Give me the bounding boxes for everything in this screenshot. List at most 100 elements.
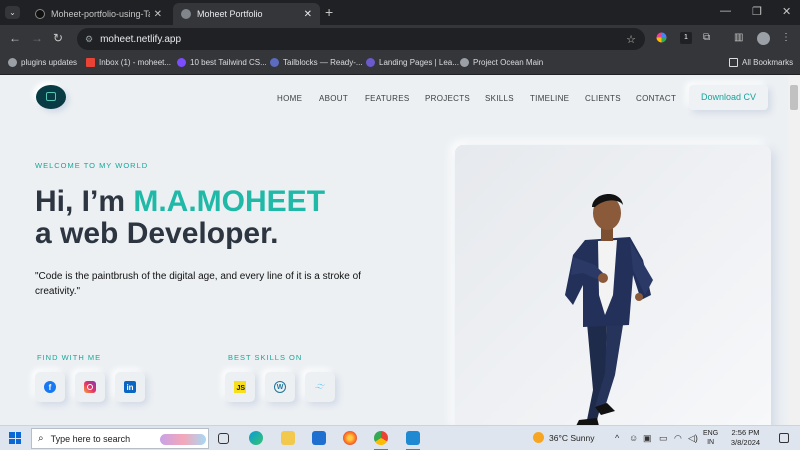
wifi-icon[interactable]: ◠	[674, 433, 682, 444]
hero-role: a web Developer.	[35, 217, 279, 250]
nav-features[interactable]: FEATURES	[365, 94, 409, 103]
wordpress-icon: W	[274, 381, 286, 393]
tailwind-skill-button[interactable]	[305, 372, 335, 402]
bookmark-landing-pages[interactable]: Landing Pages | Lea...	[366, 58, 459, 67]
tab-close-icon[interactable]: ✕	[154, 9, 162, 20]
back-icon[interactable]: ←	[9, 31, 21, 45]
lang-bottom: IN	[707, 439, 715, 446]
tab-moheet-portfolio[interactable]: Moheet Portfolio ✕	[173, 3, 320, 25]
bookmark-star-icon[interactable]: ☆	[626, 33, 636, 46]
chevron-up-icon[interactable]: ^	[615, 433, 619, 443]
address-bar[interactable]: ⚙ moheet.netlify.app ☆	[77, 28, 645, 50]
notification-icon[interactable]	[779, 433, 789, 443]
edge-icon[interactable]	[249, 431, 263, 445]
javascript-skill-button[interactable]: JS	[225, 372, 255, 402]
page-scrollbar[interactable]	[788, 75, 800, 425]
search-placeholder: Type here to search	[50, 433, 131, 444]
vscode-icon[interactable]	[406, 431, 420, 445]
globe-icon	[460, 58, 469, 67]
logo-mark-icon	[46, 92, 56, 101]
nav-about[interactable]: ABOUT	[319, 94, 348, 103]
battery-icon[interactable]: ▭	[659, 433, 668, 444]
facebook-button[interactable]: f	[35, 372, 65, 402]
tab-title: Moheet-portfolio-using-Tailwin	[51, 9, 150, 19]
reload-icon[interactable]: ↻	[53, 31, 63, 45]
extensions-puzzle-icon[interactable]: ⧉	[703, 32, 710, 43]
browser-toolbar: ← → ↻ ⚙ moheet.netlify.app ☆ 1 ⧉ ▥ ⋮	[0, 25, 800, 53]
instagram-button[interactable]	[75, 372, 105, 402]
find-with-me-label: FIND WITH ME	[37, 353, 102, 362]
browser-tab-bar: ⌄ Moheet-portfolio-using-Tailwin ✕ Mohee…	[0, 0, 800, 25]
system-clock[interactable]: 2:56 PM 3/8/2024	[729, 428, 762, 448]
file-explorer-icon[interactable]	[281, 431, 295, 445]
welcome-tagline: WELCOME TO MY WORLD	[35, 161, 149, 170]
language-indicator[interactable]: ENG IN	[703, 429, 718, 447]
bookmark-label: 10 best Tailwind CS...	[190, 58, 267, 67]
screen-icon[interactable]: ▣	[643, 433, 652, 444]
bookmark-label: Landing Pages | Lea...	[379, 58, 459, 67]
side-panel-icon[interactable]: ▥	[734, 32, 743, 43]
bookmark-tailwind-css[interactable]: 10 best Tailwind CS...	[177, 58, 267, 67]
extension-badge[interactable]: 1	[680, 32, 692, 44]
nav-contact[interactable]: CONTACT	[636, 94, 676, 103]
nav-skills[interactable]: SKILLS	[485, 94, 514, 103]
profile-photo	[565, 193, 653, 425]
all-bookmarks-label: All Bookmarks	[742, 58, 794, 67]
profile-avatar[interactable]	[757, 32, 770, 45]
download-cv-button[interactable]: Download CV	[689, 85, 768, 110]
bookmark-plugins-updates[interactable]: plugins updates	[8, 58, 77, 67]
firefox-icon[interactable]	[343, 431, 357, 445]
taskbar-search[interactable]: ⌕ Type here to search	[31, 428, 209, 449]
tailwind-bookmark-icon	[177, 58, 186, 67]
bookmark-inbox[interactable]: Inbox (1) - moheet...	[86, 58, 171, 67]
nav-timeline[interactable]: TIMELINE	[530, 94, 569, 103]
mail-icon[interactable]	[312, 431, 326, 445]
folder-icon	[729, 58, 738, 67]
weather-widget[interactable]: 36°C Sunny	[533, 432, 594, 443]
landing-pages-icon	[366, 58, 375, 67]
new-tab-button[interactable]: +	[325, 4, 333, 20]
tab-title: Moheet Portfolio	[197, 9, 263, 19]
nav-home[interactable]: HOME	[277, 94, 302, 103]
bookmarks-bar: plugins updates Inbox (1) - moheet... 10…	[0, 53, 800, 75]
tab-close-icon[interactable]: ✕	[304, 9, 312, 20]
globe-icon	[8, 58, 17, 67]
tab-github-portfolio[interactable]: Moheet-portfolio-using-Tailwin ✕	[27, 3, 170, 25]
bookmark-label: Inbox (1) - moheet...	[99, 58, 172, 67]
chrome-icon[interactable]	[374, 431, 388, 445]
bookmark-tailblocks[interactable]: Tailblocks — Ready-...	[270, 58, 363, 67]
task-view-icon[interactable]	[218, 433, 229, 444]
site-logo[interactable]	[36, 85, 66, 109]
bookmark-label: Tailblocks — Ready-...	[283, 58, 363, 67]
github-icon	[35, 9, 45, 19]
color-extension-icon[interactable]	[656, 32, 667, 46]
linkedin-icon: in	[124, 381, 136, 393]
forward-icon[interactable]: →	[31, 31, 43, 45]
nav-projects[interactable]: PROJECTS	[425, 94, 470, 103]
sun-icon	[533, 432, 544, 443]
javascript-icon: JS	[234, 381, 246, 393]
nav-clients[interactable]: CLIENTS	[585, 94, 621, 103]
bookmark-label: plugins updates	[21, 58, 78, 67]
browser-menu-icon[interactable]: ⋮	[781, 32, 791, 43]
bookmark-project-ocean[interactable]: Project Ocean Main	[460, 58, 543, 67]
globe-icon	[181, 9, 191, 19]
people-icon[interactable]: ☺	[629, 433, 638, 443]
weather-text: 36°C Sunny	[549, 432, 595, 443]
profile-photo-card	[455, 145, 771, 425]
instagram-icon	[84, 381, 96, 393]
windows-start-icon[interactable]	[9, 432, 21, 444]
tab-search-button[interactable]: ⌄	[5, 6, 20, 19]
restore-button[interactable]: ❐	[752, 5, 762, 18]
minimize-button[interactable]: —	[720, 5, 731, 17]
linkedin-button[interactable]: in	[115, 372, 145, 402]
speaker-icon[interactable]: ◁)	[688, 433, 698, 444]
hero-quote: "Code is the paintbrush of the digital a…	[35, 271, 361, 297]
clock-date: 3/8/2024	[730, 438, 761, 447]
site-info-icon[interactable]: ⚙	[85, 34, 93, 45]
scrollbar-thumb[interactable]	[790, 85, 798, 110]
search-icon: ⌕	[38, 433, 44, 444]
window-close-button[interactable]: ✕	[782, 5, 791, 18]
wordpress-skill-button[interactable]: W	[265, 372, 295, 402]
all-bookmarks[interactable]: All Bookmarks	[729, 58, 793, 67]
